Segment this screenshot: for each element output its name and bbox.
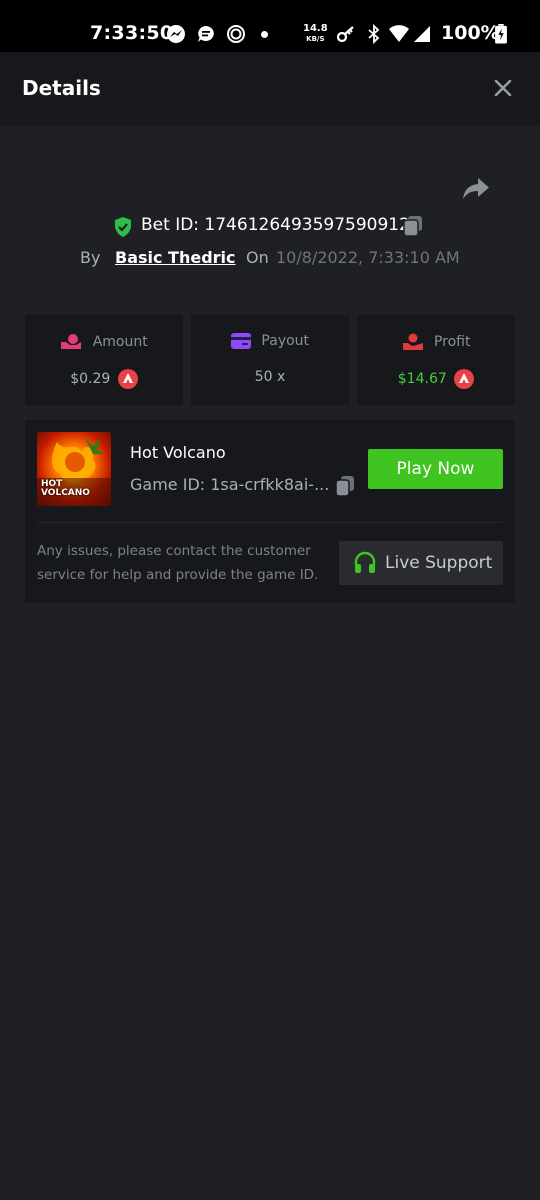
payout-head: Payout <box>191 333 349 355</box>
copy-game-id-icon[interactable] <box>335 475 355 497</box>
close-icon[interactable] <box>492 77 514 99</box>
amount-value-row: $0.29 <box>25 369 183 389</box>
payout-label: Payout <box>261 333 310 349</box>
battery-percent: 100% <box>441 22 500 44</box>
live-support-label: Live Support <box>385 553 493 573</box>
payout-value-row: 50 x <box>191 369 349 385</box>
battery-charging-icon <box>495 24 507 44</box>
sync-icon <box>227 25 245 43</box>
page-title: Details <box>22 76 101 100</box>
wifi-icon <box>389 25 409 42</box>
profit-card: Profit $14.67 <box>357 315 515 405</box>
status-time: 7:33:50 <box>90 22 174 44</box>
game-id: Game ID: 1sa-crfkk8ai-... <box>130 475 330 494</box>
net-speed-value: 14.8 <box>303 23 328 34</box>
by-label: By <box>80 248 101 267</box>
play-now-label: Play Now <box>396 459 475 479</box>
bet-date: 10/8/2022, 7:33:10 AM <box>276 248 460 267</box>
profit-value-row: $14.67 <box>357 369 515 389</box>
game-card: HOT VOLCANO Hot Volcano Game ID: 1sa-crf… <box>25 420 515 603</box>
chat-bubble-icon <box>198 26 214 42</box>
net-speed: 14.8 KB/S <box>303 24 328 44</box>
game-thumbnail[interactable]: HOT VOLCANO <box>37 432 111 506</box>
bet-user-link[interactable]: Basic Thedric <box>115 248 236 267</box>
bluetooth-icon <box>368 24 380 44</box>
status-bar: 7:33:50 14.8 KB/S 100% <box>0 0 540 52</box>
amount-label: Amount <box>92 334 148 350</box>
coins-hand-icon <box>61 334 82 349</box>
bet-id-row: Bet ID: 1746126493597590912 <box>0 212 540 240</box>
amount-head: Amount <box>25 333 183 355</box>
net-speed-unit: KB/S <box>306 35 325 43</box>
key-icon <box>336 26 354 43</box>
profit-value: $14.67 <box>397 371 447 387</box>
amount-card: Amount $0.29 <box>25 315 183 405</box>
details-header: Details <box>0 52 540 126</box>
payout-value: 50 x <box>254 369 286 385</box>
support-help-text: Any issues, please contact the customer … <box>37 543 319 583</box>
play-now-button[interactable]: Play Now <box>368 449 503 489</box>
game-title: Hot Volcano <box>130 443 226 462</box>
shield-check-icon <box>115 217 131 237</box>
avax-icon <box>454 369 475 389</box>
messenger-icon <box>167 25 185 43</box>
avax-icon <box>117 369 138 389</box>
payout-card: Payout 50 x <box>191 315 349 405</box>
money-hand-icon <box>402 333 423 350</box>
profit-label: Profit <box>433 334 471 350</box>
profit-head: Profit <box>357 333 515 355</box>
card-icon <box>230 333 251 349</box>
bet-id: Bet ID: 1746126493597590912 <box>141 215 410 235</box>
bet-meta-row: By Basic Thedric On 10/8/2022, 7:33:10 A… <box>0 246 540 272</box>
game-thumb-text: HOT VOLCANO <box>41 480 90 498</box>
live-support-button[interactable]: Live Support <box>339 541 503 585</box>
headset-icon <box>354 551 376 573</box>
amount-value: $0.29 <box>70 371 111 387</box>
share-icon[interactable] <box>462 176 490 202</box>
notification-dot-icon <box>261 31 268 38</box>
thumb-line-2: VOLCANO <box>41 488 90 498</box>
signal-icon <box>414 26 430 42</box>
divider <box>37 522 503 523</box>
on-label: On <box>246 248 269 267</box>
copy-bet-id-icon[interactable] <box>402 215 424 237</box>
